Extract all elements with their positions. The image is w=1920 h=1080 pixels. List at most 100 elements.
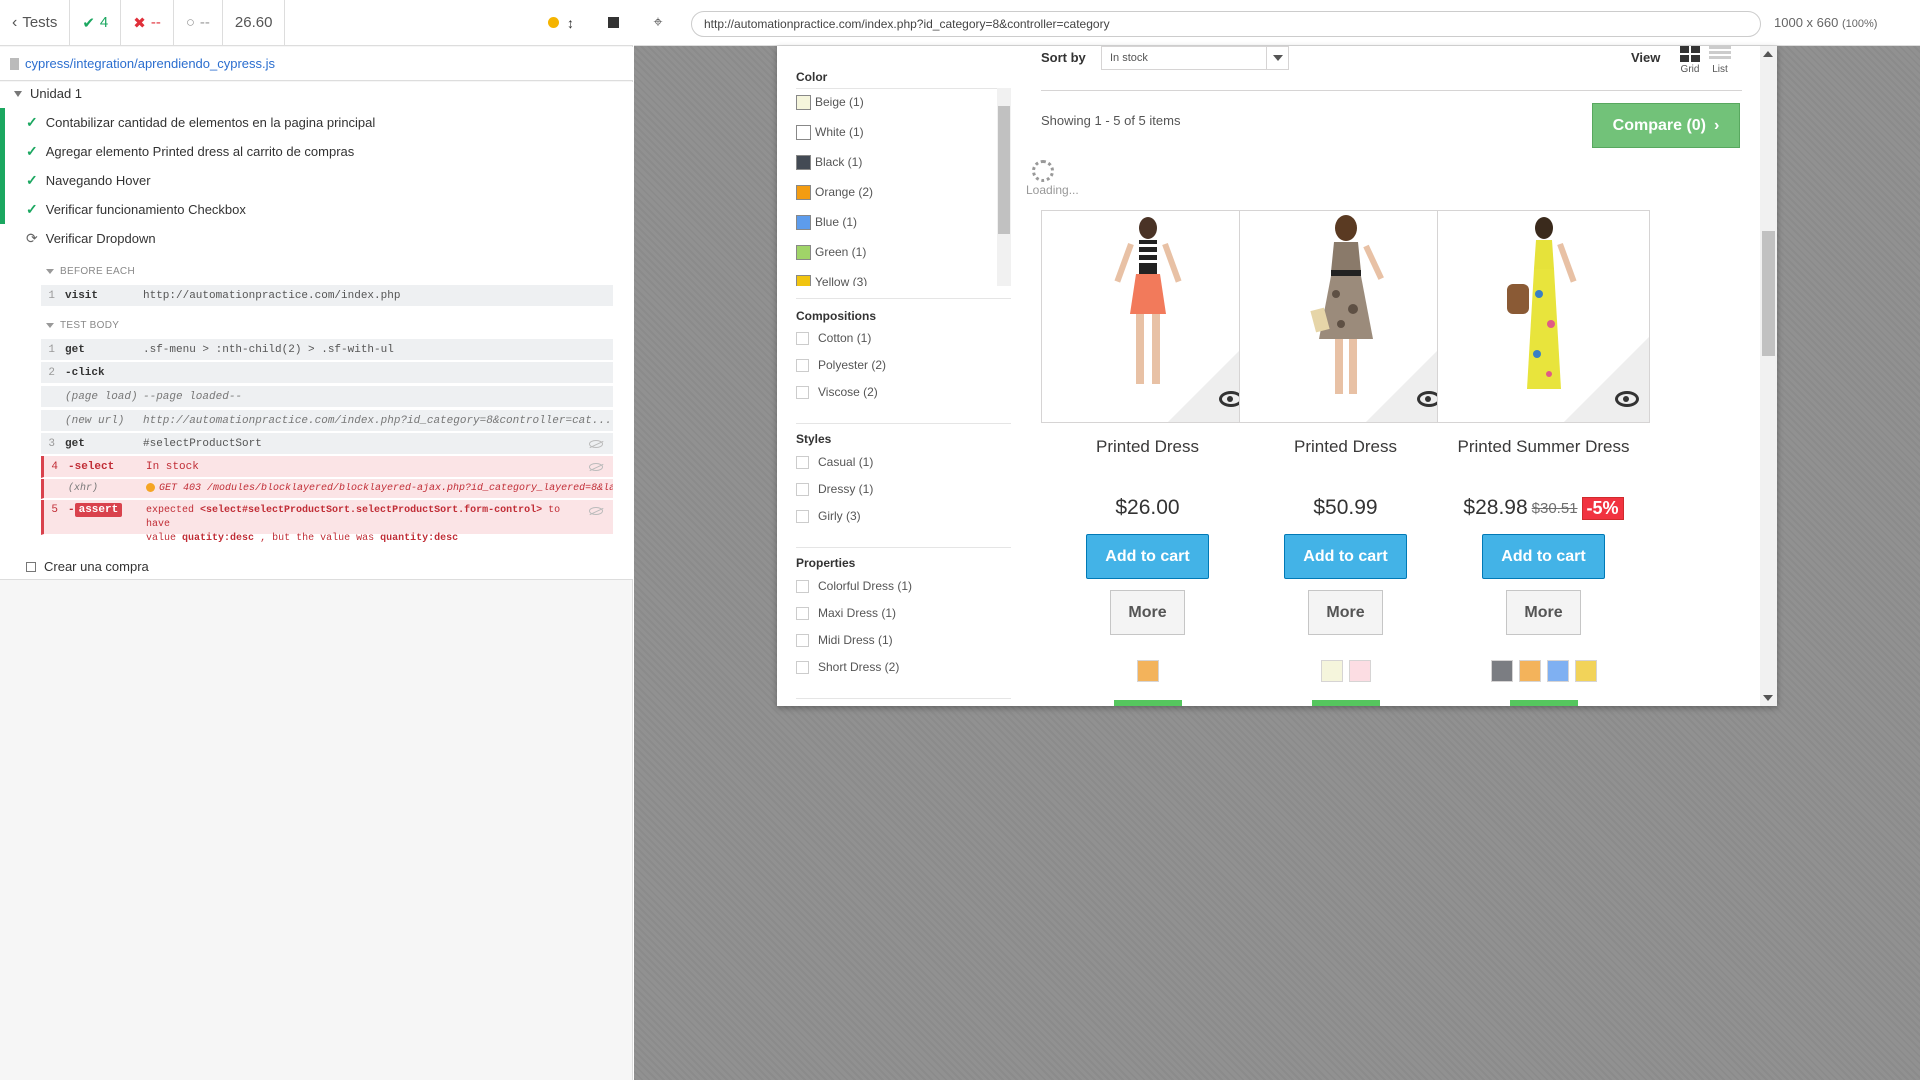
filter-label: Colorful Dress (1) — [818, 579, 913, 593]
view-list-label: List — [1712, 64, 1728, 75]
color-swatch[interactable] — [1348, 660, 1371, 682]
command-row[interactable]: 2 -click — [41, 362, 613, 384]
view-list-button[interactable]: List — [1706, 46, 1734, 75]
selector-playground-icon[interactable]: ⌖ — [634, 14, 682, 32]
assert-text: expected — [146, 505, 195, 516]
composition-filter-item[interactable]: Viscose (2) — [796, 385, 878, 399]
color-swatch[interactable] — [1490, 660, 1513, 682]
test-item[interactable]: ✓ Contabilizar cantidad de elementos en … — [0, 108, 633, 137]
color-filter-item[interactable]: Green (1) — [796, 243, 866, 261]
color-list-scrollbar[interactable] — [997, 88, 1011, 286]
color-filter-item[interactable]: Black (1) — [796, 153, 862, 171]
divider — [1041, 90, 1742, 91]
command-row-xhr[interactable]: (xhr) GET 403 /modules/blocklayered/bloc… — [41, 479, 613, 499]
assert-subject: <select#selectProductSort.selectProductS… — [200, 505, 543, 516]
property-filter-item[interactable]: Midi Dress (1) — [796, 633, 893, 647]
check-icon: ✓ — [26, 143, 38, 159]
filter-label: Viscose (2) — [818, 385, 878, 399]
failed-count-value: -- — [150, 14, 161, 31]
old-price: $30.51 — [1531, 499, 1578, 517]
add-to-cart-button[interactable]: Add to cart — [1284, 534, 1407, 579]
scrollbar-thumb[interactable] — [1762, 231, 1775, 356]
filter-compositions-title: Compositions — [796, 309, 876, 323]
checkbox[interactable] — [796, 385, 809, 399]
before-each-header[interactable]: BEFORE EACH — [46, 266, 135, 277]
eye-slash-icon[interactable] — [589, 439, 603, 448]
composition-filter-item[interactable]: Cotton (1) — [796, 331, 871, 345]
command-row[interactable]: 1 get .sf-menu > :nth-child(2) > .sf-wit… — [41, 339, 613, 361]
command-row[interactable]: 1 visit http://automationpractice.com/in… — [41, 285, 613, 307]
checkbox[interactable] — [796, 509, 809, 523]
scrollbar-thumb[interactable] — [998, 106, 1010, 234]
checkbox[interactable] — [796, 633, 809, 647]
color-filter-item[interactable]: Blue (1) — [796, 213, 857, 231]
assert-text: , but the value was — [260, 533, 375, 544]
command-row-error[interactable]: 4 -select In stock — [41, 456, 613, 478]
property-filter-item[interactable]: Short Dress (2) — [796, 660, 899, 674]
test-item[interactable]: ✓ Verificar funcionamiento Checkbox — [0, 195, 633, 224]
product-name[interactable]: Printed Summer Dress — [1437, 437, 1650, 457]
scroll-down-icon[interactable] — [1763, 695, 1773, 701]
product-name[interactable]: Printed Dress — [1041, 437, 1254, 457]
style-filter-item[interactable]: Dressy (1) — [796, 482, 873, 496]
test-body-header[interactable]: TEST BODY — [46, 320, 119, 331]
composition-filter-item[interactable]: Polyester (2) — [796, 358, 886, 372]
checkbox[interactable] — [796, 660, 809, 674]
style-filter-item[interactable]: Girly (3) — [796, 509, 861, 523]
eye-slash-icon[interactable] — [589, 462, 603, 471]
color-filter-item[interactable]: Beige (1) — [796, 93, 864, 111]
color-swatch[interactable] — [1518, 660, 1541, 682]
property-filter-item[interactable]: Maxi Dress (1) — [796, 606, 896, 620]
command-row[interactable]: (new url) http://automationpractice.com/… — [41, 410, 613, 432]
spec-file-link[interactable]: cypress/integration/aprendiendo_cypress.… — [25, 56, 275, 71]
eye-slash-icon[interactable] — [589, 507, 603, 515]
color-filter-item[interactable]: White (1) — [796, 123, 864, 141]
page-scrollbar[interactable] — [1760, 46, 1777, 706]
filter-label: Girly (3) — [818, 509, 861, 523]
color-filter-item[interactable]: Orange (2) — [796, 183, 873, 201]
test-item-pending[interactable]: Crear una compra — [0, 552, 633, 581]
url-field[interactable]: http://automationpractice.com/index.php?… — [691, 11, 1761, 37]
checkbox[interactable] — [796, 482, 809, 496]
product-name[interactable]: Printed Dress — [1239, 437, 1452, 457]
color-label: Black (1) — [815, 155, 863, 169]
product-image[interactable] — [1239, 210, 1452, 423]
more-button[interactable]: More — [1308, 590, 1383, 635]
command-row[interactable]: (page load) --page loaded-- — [41, 386, 613, 408]
add-to-cart-button[interactable]: Add to cart — [1482, 534, 1605, 579]
compare-button[interactable]: Compare (0) › — [1592, 103, 1740, 148]
sort-select[interactable]: In stock — [1101, 46, 1289, 70]
color-swatch[interactable] — [1574, 660, 1597, 682]
quick-view-eye-icon[interactable] — [1615, 391, 1639, 407]
add-to-cart-button[interactable]: Add to cart — [1086, 534, 1209, 579]
test-item-running[interactable]: ⟳ Verificar Dropdown — [0, 224, 633, 253]
color-swatch[interactable] — [1546, 660, 1569, 682]
checkbox[interactable] — [796, 579, 809, 593]
product-image[interactable] — [1041, 210, 1254, 423]
checkbox[interactable] — [796, 455, 809, 469]
command-row-assert[interactable]: 5 - assert expected <select#selectProduct… — [41, 500, 613, 544]
color-swatch[interactable] — [1136, 660, 1159, 682]
suite-title[interactable]: Unidad 1 — [14, 86, 82, 101]
autoscroll-icon[interactable]: ↕ — [567, 15, 574, 31]
more-button[interactable]: More — [1110, 590, 1185, 635]
product-image[interactable] — [1437, 210, 1650, 423]
view-grid-button[interactable]: Grid — [1676, 46, 1704, 75]
test-item[interactable]: ✓ Navegando Hover — [0, 166, 633, 195]
stop-icon[interactable] — [608, 17, 619, 28]
scroll-up-icon[interactable] — [1763, 51, 1773, 57]
test-item[interactable]: ✓ Agregar elemento Printed dress al carr… — [0, 137, 633, 166]
checkbox[interactable] — [796, 358, 809, 372]
command-value: In stock — [146, 460, 199, 473]
file-icon — [10, 57, 19, 70]
checkbox[interactable] — [796, 331, 809, 345]
color-swatch[interactable] — [1320, 660, 1343, 682]
filter-label: Short Dress (2) — [818, 660, 900, 674]
color-filter-item[interactable]: Yellow (3) — [796, 273, 867, 286]
more-button[interactable]: More — [1506, 590, 1581, 635]
tests-button[interactable]: ‹ Tests — [0, 0, 71, 45]
property-filter-item[interactable]: Colorful Dress (1) — [796, 579, 912, 593]
checkbox[interactable] — [796, 606, 809, 620]
style-filter-item[interactable]: Casual (1) — [796, 455, 873, 469]
command-row[interactable]: 3 get #selectProductSort — [41, 433, 613, 455]
